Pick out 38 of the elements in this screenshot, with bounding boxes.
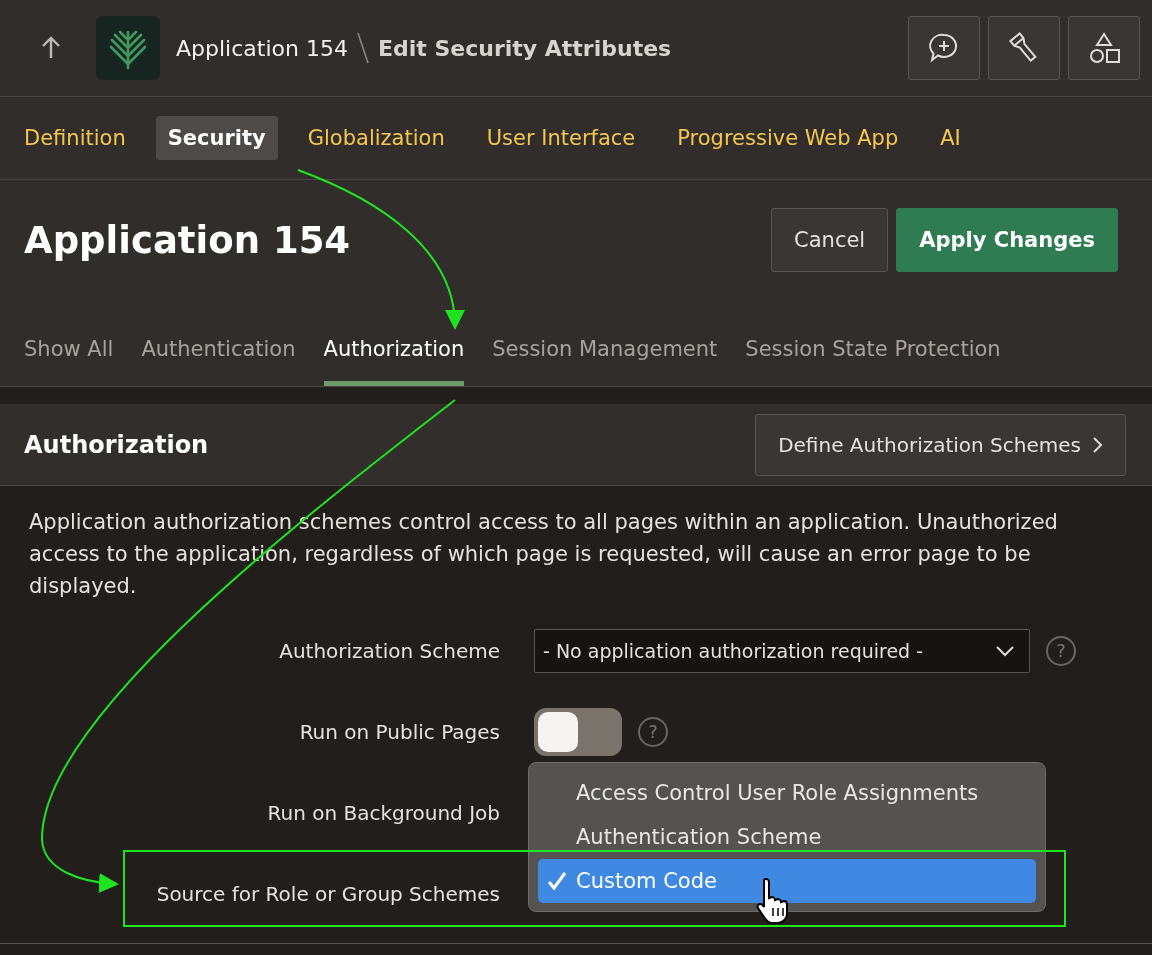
nav-tab[interactable]: Definition (12, 116, 138, 160)
up-arrow-icon[interactable] (40, 36, 62, 60)
select-field[interactable]: - No application authorization required - (534, 628, 1030, 673)
nav-tab[interactable]: AI (928, 116, 973, 160)
nav-tab[interactable]: User Interface (474, 116, 648, 160)
section-tab[interactable]: Authorization (323, 337, 465, 386)
nav-tab[interactable]: Security (155, 116, 278, 160)
apply-changes-button[interactable]: Apply Changes (896, 208, 1118, 272)
nav-tab[interactable]: Progressive Web App (665, 116, 911, 160)
field-label: Authorization Scheme (278, 638, 500, 663)
slash-separator-icon (355, 31, 370, 65)
define-schemes-button[interactable]: Define Authorization Schemes (755, 413, 1126, 476)
field-label: Run on Background Job (266, 800, 500, 825)
menu-option[interactable]: Custom Code (538, 859, 1036, 903)
help-icon[interactable]: ? (1046, 635, 1076, 666)
chevron-down-icon (995, 644, 1015, 657)
application-name[interactable]: Application 154 (176, 35, 348, 61)
shared-components-button[interactable] (1068, 16, 1140, 80)
section-tab[interactable]: Authentication (141, 337, 296, 386)
nav-tab[interactable]: Globalization (295, 116, 457, 160)
feedback-button[interactable] (908, 16, 980, 80)
cancel-button[interactable]: Cancel (771, 208, 889, 272)
toggle-switch[interactable] (534, 707, 622, 756)
menu-option[interactable]: Access Control User Role Assignments (538, 771, 1036, 815)
section-tab[interactable]: Session Management (492, 337, 718, 386)
section-tab[interactable]: Session State Protection (745, 337, 1001, 386)
page-title: Edit Security Attributes (377, 35, 672, 61)
field-label: Run on Public Pages (298, 719, 500, 744)
chevron-right-icon (1091, 434, 1103, 455)
checkmark-icon (546, 870, 568, 892)
field-label: Source for Role or Group Schemes (155, 881, 500, 906)
page-heading: Application 154 (24, 218, 351, 262)
menu-option[interactable]: Authentication Scheme (538, 815, 1036, 859)
section-tab[interactable]: Show All (24, 337, 114, 386)
app-logo-icon[interactable] (96, 16, 160, 80)
flashlight-button[interactable] (988, 16, 1060, 80)
help-icon[interactable]: ? (638, 716, 668, 747)
region-title: Authorization (24, 430, 209, 459)
